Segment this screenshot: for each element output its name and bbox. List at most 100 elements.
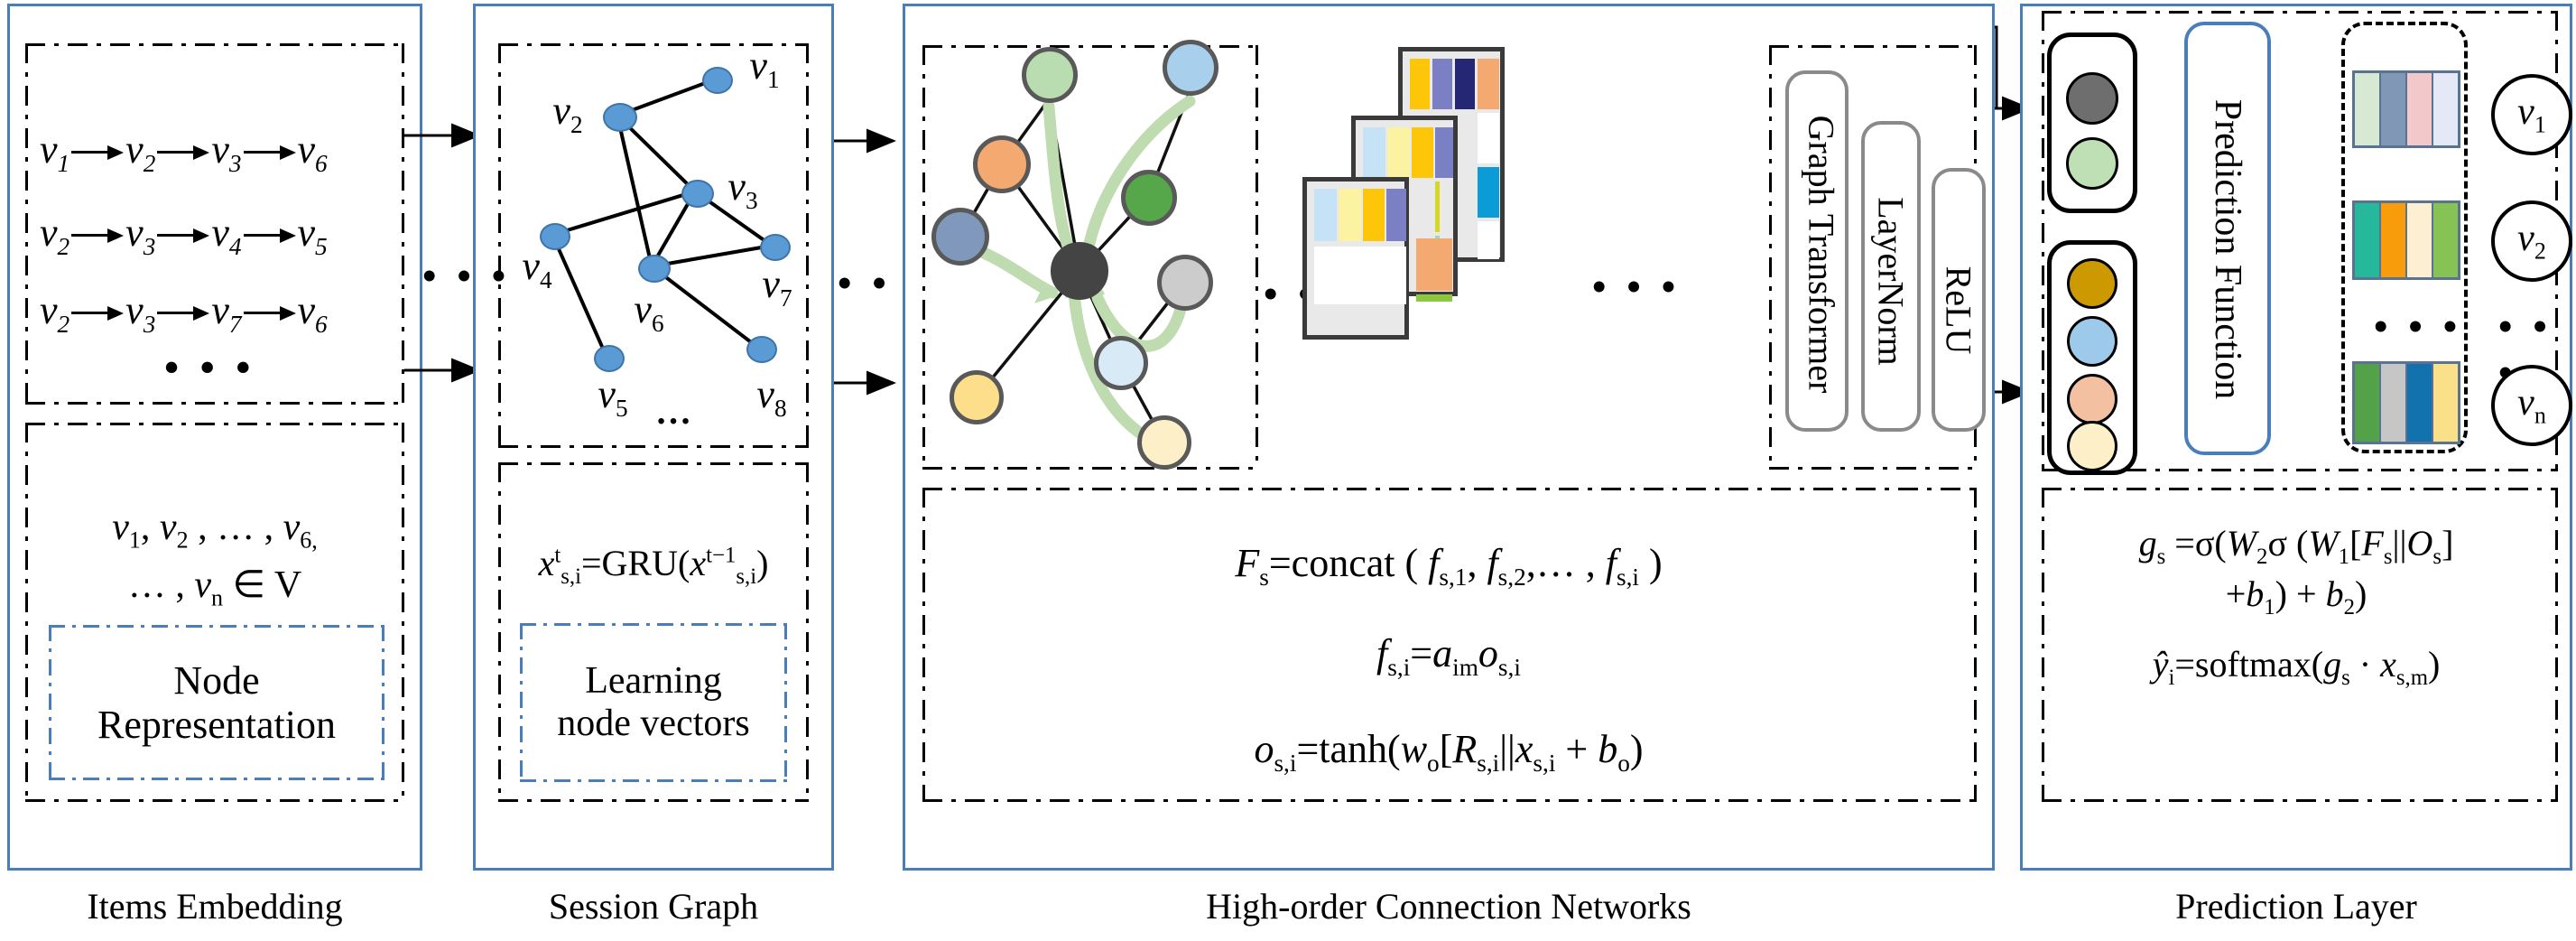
graph-node-v3 [681,180,714,208]
output-vectors-ellipsis: • • • [2374,304,2463,349]
high-order-node-pale-blue [1094,336,1148,390]
graph-label-v8: v8 [756,372,787,423]
high-order-node-light-blue [1163,40,1219,96]
output-vector-v2 [2352,200,2460,280]
caption-items-embedding: Items Embedding [87,886,343,927]
graph-node-v5 [594,345,625,372]
arrow-icon [71,305,125,321]
high-order-formula-1: Fs=concat ( fs,1, fs,2,… , fs,i ) [1235,541,1663,591]
graph-label-v4: v4 [522,244,552,294]
node-representation-label: Node Representation [97,657,336,747]
output-label-v1: v1 [2491,74,2572,155]
arrow-icon [243,144,296,161]
block-graph-transformer-label: Graph Transformer [1801,115,1842,394]
matrix-cell [1314,189,1337,241]
matrix-cell [1363,127,1385,178]
output-vector-v1 [2352,70,2460,148]
matrix-cell [1410,59,1430,109]
high-order-node-dark-center [1051,242,1108,300]
matrix-cell [1386,189,1406,241]
arrow-icon [243,228,296,244]
matrix-cell [1478,167,1499,218]
output-label-v2: v2 [2491,200,2572,282]
block-relu-label: ReLU [1938,266,1979,355]
caption-session-graph: Session Graph [548,886,759,927]
items-sequences-ellipsis: • • • [164,344,256,390]
arrow-icon [157,144,210,161]
matrix-cell [1478,113,1499,163]
matrix-cell [1412,127,1433,178]
ellipsis-between-items-session: • • • [422,254,512,298]
arrow-icon [157,305,210,321]
high-order-formula-3: os,i=tanh(wo[Rs,i||xs,i + bo) [1254,727,1644,777]
embedding-dot-cream [2067,421,2117,471]
graph-label-v6: v6 [634,287,664,338]
matrix-cell [1363,189,1385,241]
caption-prediction-layer: Prediction Layer [2175,886,2417,927]
vector-cell [2407,73,2433,145]
vector-cell [2433,203,2458,277]
matrix-cell [1478,59,1499,109]
sequence-row-2: v2 v3 v4 v5 [40,210,328,260]
matrix-cell [1435,182,1440,232]
vector-cell [2381,203,2407,277]
matrix-cell [1455,59,1475,109]
prediction-formula-1: gs =σ(W2σ (W1[Fs||Os] [2138,523,2454,569]
prediction-formula-3: ŷi=softmax(gs · xs,m) [2152,644,2441,690]
arrow-icon [157,228,210,244]
high-order-node-cream [1137,415,1191,470]
high-order-node-gray [1157,255,1213,311]
feature-matrix-front [1302,177,1409,340]
ellipsis-matrix-to-transformer: • • • [1592,265,1682,309]
learning-node-vectors-label: Learning node vectors [557,659,750,744]
arrow-icon [71,228,125,244]
embedding-dot-salmon [2067,374,2117,424]
matrix-cell [1432,59,1452,109]
session-gru-formula: xts,i=GRU(xt−1s,i) [538,543,769,589]
high-order-node-yellow [950,370,1004,424]
prediction-function-label: Prediction Function [2207,98,2248,400]
output-label-vn: vn [2491,365,2572,446]
vector-cell [2407,203,2433,277]
graph-label-v2: v2 [552,89,583,139]
high-order-node-orange [973,135,1031,193]
sequence-row-3: v2 v3 v7 v6 [40,288,328,338]
vector-cell [2381,364,2407,442]
items-node-set-line1: v1, v2 , … , v6, [112,507,318,554]
graph-node-v6 [638,255,671,283]
graph-node-v1 [702,67,733,94]
vector-cell [2433,364,2458,442]
prediction-formula-2: +b1) + b2) [2225,573,2368,620]
sequence-row-1: v1 v1 v2 v3 v6 [40,127,328,177]
graph-label-v1: v1 [749,43,780,94]
high-order-node-slate-blue [931,208,989,266]
embedding-dot-blue [2067,316,2117,367]
vector-cell [2433,73,2458,145]
matrix-cell [1339,189,1361,241]
block-layernorm-label: LayerNorm [1870,197,1912,366]
output-vector-vn [2352,361,2460,444]
matrix-cell-salmon [1416,238,1452,291]
vector-cell [2355,364,2381,442]
graph-node-v8 [746,336,777,363]
caption-high-order: High-order Connection Networks [1206,886,1691,927]
arrow-icon [243,305,296,321]
vector-cell [2407,364,2433,442]
graph-node-v7 [760,234,791,261]
graph-label-v7: v7 [762,262,792,312]
matrix-cell-green-strip [1416,294,1452,302]
arrow-icon [71,144,125,161]
matrix-cell [1435,127,1453,178]
high-order-formula-2: fs,i=aimos,i [1376,631,1521,681]
matrix-cell [1478,221,1499,259]
embedding-dot-gold [2067,258,2117,309]
high-order-node-light-green [1022,47,1078,103]
items-node-set-line2: … , vn ∈ V [127,564,302,611]
session-graph-ellipsis: … [655,391,697,432]
embedding-dot-dark-gray [2066,72,2118,125]
graph-node-v2 [603,103,637,132]
diagram-root: v1 v1 v2 v3 v6 v2 v3 v4 v5 v2 v3 v7 v6 •… [0,0,2576,941]
high-order-node-green [1121,170,1177,226]
matrix-cell [1387,127,1410,178]
graph-label-v5: v5 [598,372,628,423]
